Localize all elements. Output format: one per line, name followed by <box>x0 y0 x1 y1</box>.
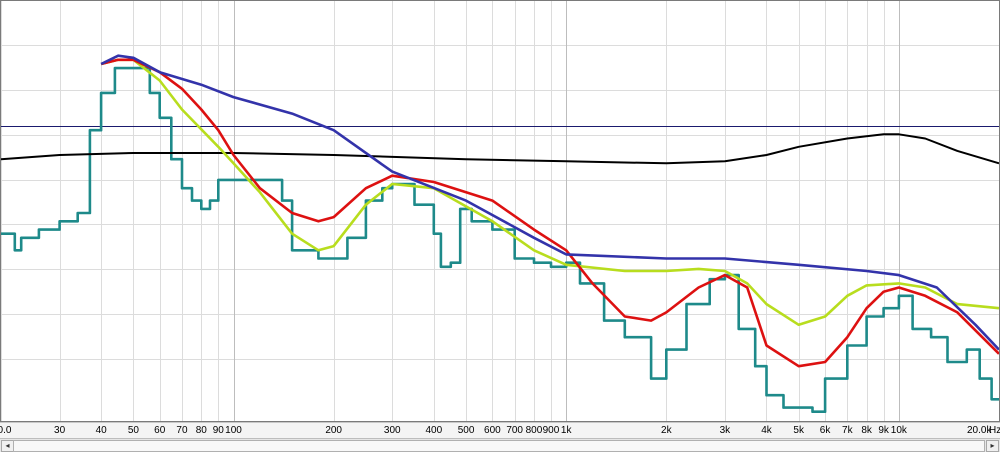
horizontal-scrollbar[interactable]: ◂ ▸ <box>0 438 1000 452</box>
x-tick-label: 4k <box>761 425 772 436</box>
x-tick-label: 20.0 <box>0 425 12 436</box>
scroll-right-icon: ▸ <box>990 441 995 450</box>
x-tick-label: 70 <box>176 425 188 436</box>
x-tick-label: 100 <box>225 425 242 436</box>
plot-border <box>0 0 1000 422</box>
frequency-axis: Hz 20.0304050607080901002003004005006007… <box>0 422 1000 439</box>
x-tick-label: 40 <box>95 425 107 436</box>
x-tick-label: 10k <box>890 425 907 436</box>
x-tick-label: 60 <box>154 425 166 436</box>
x-tick-label: 5k <box>793 425 804 436</box>
x-tick-label: 2k <box>661 425 672 436</box>
series-layer <box>0 54 1000 413</box>
frequency-response-plot <box>0 0 1000 422</box>
series-line-4 <box>1 66 999 413</box>
x-tick-label: 200 <box>325 425 342 436</box>
x-tick-label: 20.0k <box>967 425 992 436</box>
scrollbar-thumb[interactable] <box>13 440 985 452</box>
x-tick-label: 50 <box>127 425 139 436</box>
x-tick-label: 6k <box>819 425 831 436</box>
grid-lines <box>0 0 1000 422</box>
x-tick-label: 400 <box>425 425 443 436</box>
x-tick-label: 300 <box>383 425 401 436</box>
series-line-0 <box>0 133 1000 165</box>
series-line-2 <box>100 58 1000 368</box>
x-tick-label: 80 <box>195 425 207 436</box>
x-tick-label: 30 <box>54 425 66 436</box>
x-tick-label: 600 <box>484 425 501 436</box>
scroll-left-icon: ◂ <box>5 441 10 450</box>
series-line-1 <box>100 54 1000 351</box>
x-tick-label: 9k <box>878 425 889 436</box>
scroll-right-button[interactable]: ▸ <box>986 440 999 452</box>
x-tick-label: 3k <box>719 425 731 436</box>
x-tick-label: 90 <box>212 425 224 436</box>
x-tick-label: 1k <box>560 425 572 436</box>
x-tick-label: 900 <box>542 425 560 436</box>
series-line-3 <box>100 58 1000 327</box>
x-tick-label: 7k <box>842 425 853 436</box>
x-tick-label: 800 <box>525 425 543 436</box>
x-tick-label: 8k <box>861 425 872 436</box>
x-tick-label: 700 <box>506 425 523 436</box>
x-tick-label: 500 <box>457 425 475 436</box>
